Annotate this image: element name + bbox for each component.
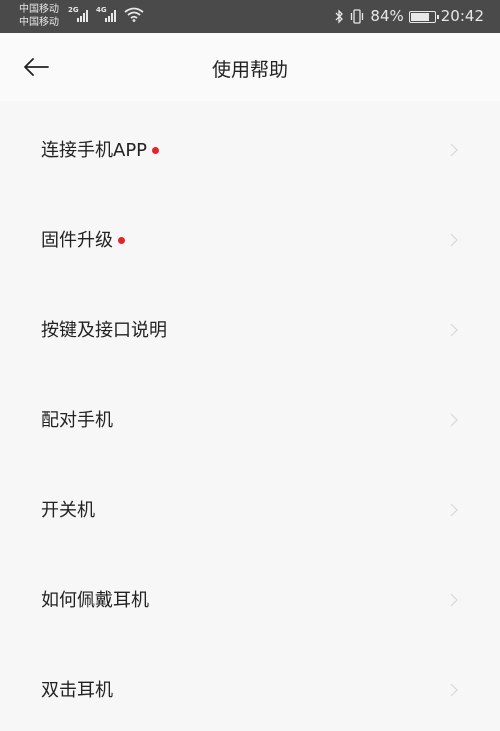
list-item-label: 连接手机APP [41, 139, 160, 163]
clock: 20:42 [440, 7, 484, 25]
list-item-label: 开关机 [41, 499, 95, 523]
system-status: 84% 20:42 [334, 8, 484, 25]
list-item[interactable]: 按键及接口说明 [0, 281, 500, 371]
status-bar: 中国移动 中国移动 2G 4G 84% 20:42 [0, 0, 500, 33]
list-item-text: 配对手机 [41, 410, 113, 431]
new-badge-dot [118, 236, 125, 244]
new-badge-dot [152, 146, 160, 154]
list-item-text: 如何佩戴耳机 [41, 590, 149, 611]
chevron-right-icon [450, 413, 458, 427]
chevron-right-icon [450, 593, 458, 607]
list-item-text: 固件升级 [41, 230, 113, 251]
carrier-labels: 中国移动 中国移动 [19, 3, 59, 29]
bluetooth-icon [335, 9, 344, 24]
chevron-right-icon [450, 323, 458, 337]
list-item[interactable]: 如何佩戴耳机 [0, 551, 500, 641]
wifi-icon [124, 7, 144, 22]
carrier-2: 中国移动 [19, 17, 59, 28]
list-item-label: 固件升级 [41, 229, 125, 253]
page-title: 使用帮助 [211, 59, 288, 81]
chevron-right-icon [450, 683, 458, 697]
signal-icon [77, 9, 88, 22]
list-item-label: 如何佩戴耳机 [41, 589, 149, 613]
list-item[interactable]: 开关机 [0, 461, 500, 551]
list-item-text: 开关机 [41, 500, 95, 521]
page-header: 使用帮助 [0, 33, 500, 101]
signal-icon [105, 9, 116, 22]
list-item-text: 按键及接口说明 [41, 320, 167, 341]
list-item-label: 按键及接口说明 [41, 319, 167, 343]
chevron-right-icon [450, 233, 458, 247]
list-item[interactable]: 连接手机APP [0, 101, 500, 191]
chevron-right-icon [450, 503, 458, 517]
battery-percent: 84% [370, 7, 404, 25]
list-item-label: 双击耳机 [41, 679, 113, 703]
list-item-text: 双击耳机 [41, 680, 113, 701]
carrier-1: 中国移动 [19, 4, 59, 15]
battery-icon [408, 10, 439, 23]
list-item[interactable]: 双击耳机 [0, 641, 500, 731]
vibrate-icon [351, 9, 364, 24]
list-item-label: 配对手机 [41, 409, 113, 433]
list-item[interactable]: 配对手机 [0, 371, 500, 461]
list-item[interactable]: 固件升级 [0, 191, 500, 281]
help-menu-list: 连接手机APP 固件升级按键及接口说明 配对手机开关机如何佩戴耳机 双击耳机 [0, 101, 500, 731]
list-item-text: 连接手机APP [41, 140, 148, 161]
chevron-right-icon [450, 143, 458, 157]
